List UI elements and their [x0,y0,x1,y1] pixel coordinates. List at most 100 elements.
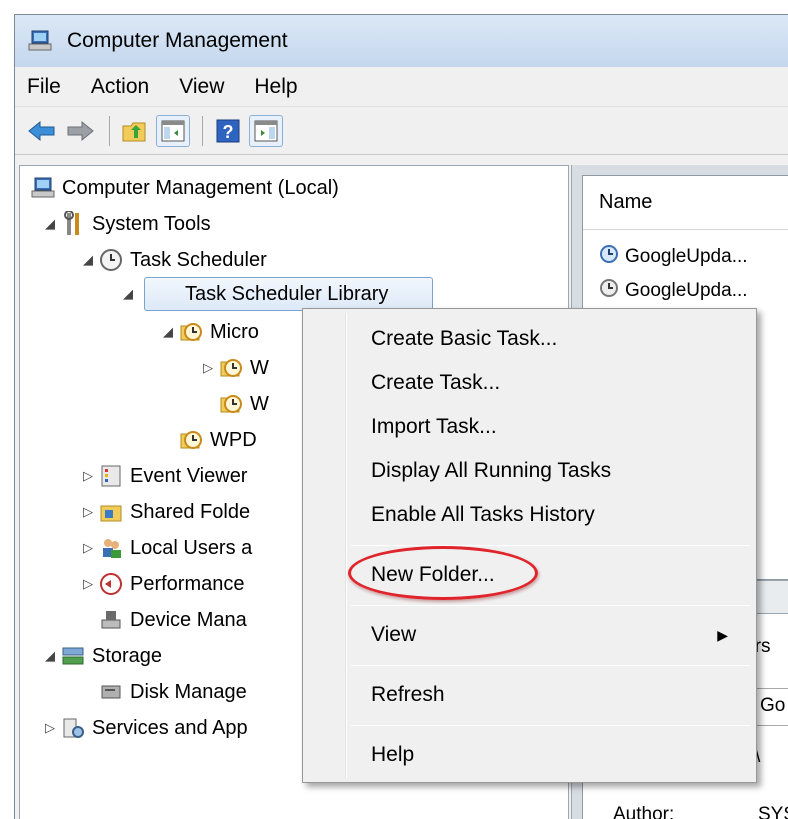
tree-label: Disk Manage [130,680,247,703]
tree-item-shared-folders[interactable]: ▷ Shared Folde [80,496,250,528]
collapsed-arrow-icon[interactable]: ▷ [80,504,96,520]
menu-item-import-task[interactable]: Import Task... [371,409,497,445]
tree-label: W [250,392,269,415]
tree-item-computer-management-local[interactable]: Computer Management (Local) [28,172,339,204]
up-folder-icon[interactable] [118,115,152,147]
disk-icon [98,679,124,705]
menu-separator [351,665,750,666]
menu-view[interactable]: View [179,75,224,99]
tree-label: Computer Management (Local) [62,176,339,199]
event-viewer-icon [98,463,124,489]
menu-item-display-all-running-tasks[interactable]: Display All Running Tasks [371,453,611,489]
tree-label: Micro [210,320,259,343]
author-label: Author: [613,804,675,819]
services-icon [60,715,86,741]
expanded-arrow-icon[interactable]: ◢ [120,286,136,302]
collapsed-arrow-icon[interactable]: ▷ [80,468,96,484]
menu-item-help[interactable]: Help [371,737,414,773]
tree-label: Performance [130,572,245,595]
window-title: Computer Management [67,29,288,52]
tree-label: Event Viewer [130,464,248,487]
performance-icon [98,571,124,597]
collapsed-arrow-icon[interactable]: ▷ [80,540,96,556]
menu-separator [351,725,750,726]
table-row[interactable]: GoogleUpda... [599,242,748,272]
expanded-arrow-icon[interactable]: ◢ [160,324,176,340]
task-folder-icon [218,391,244,417]
show-hide-tree-icon[interactable] [156,114,190,147]
tree-item-task-scheduler[interactable]: ◢ Task Scheduler [80,244,267,276]
users-icon [98,535,124,561]
task-clock-icon [599,278,619,304]
task-folder-icon [178,319,204,345]
computer-management-icon [30,175,56,201]
task-folder-icon [178,427,204,453]
expanded-arrow-icon[interactable]: ◢ [42,648,58,664]
help-icon[interactable]: ? [211,115,245,147]
storage-icon [60,643,86,669]
tree-item-local-users[interactable]: ▷ Local Users a [80,532,252,564]
tree-item-event-viewer[interactable]: ▷ Event Viewer [80,460,247,492]
menu-item-enable-all-tasks-history[interactable]: Enable All Tasks History [371,497,595,533]
menu-help[interactable]: Help [254,75,297,99]
column-header-name[interactable]: Name [583,176,788,230]
tree-item-services-and-applications[interactable]: ▷ Services and App [42,712,248,744]
collapsed-arrow-icon[interactable]: ▷ [80,576,96,592]
forward-arrow-icon[interactable] [63,115,97,147]
collapsed-arrow-icon[interactable]: ▷ [200,360,216,376]
back-arrow-icon[interactable] [25,115,59,147]
menu-action[interactable]: Action [91,75,149,99]
tree-item-task-scheduler-library[interactable]: ◢ Task Scheduler Library [120,277,434,311]
tree-label: WPD [210,428,257,451]
toolbar-separator [109,115,110,146]
menu-item-create-task[interactable]: Create Task... [371,365,500,401]
collapsed-arrow-icon[interactable]: ▷ [42,720,58,736]
tree-label: Local Users a [130,536,253,559]
submenu-arrow-icon: ▶ [717,627,728,643]
tree-item-storage[interactable]: ◢ Storage [42,640,162,672]
tree-label: Task Scheduler [130,248,267,271]
tree-label: Task Scheduler Library [185,282,389,305]
tree-item-microsoft[interactable]: ◢ Micro [160,316,259,348]
shared-folder-icon [98,499,124,525]
tree-label: Shared Folde [130,500,251,523]
tree-label: Storage [92,644,163,667]
tree-label: W [250,356,269,379]
toolbar-separator [202,115,203,146]
menu-separator [351,605,750,606]
show-hide-action-pane-icon[interactable] [249,114,283,147]
selected-node-highlight[interactable]: Task Scheduler Library [144,277,434,311]
menu-item-view[interactable]: View [371,617,741,653]
expanded-arrow-icon[interactable]: ◢ [42,216,58,232]
device-manager-icon [98,607,124,633]
task-name: GoogleUpda... [625,280,748,301]
title-bar: Computer Management [15,15,788,67]
task-clock-icon [599,244,619,270]
tree-item-w2[interactable]: W [216,388,269,420]
tree-label: Device Mana [130,608,247,631]
column-label: Name [599,191,653,213]
toolbar: ? [15,107,788,155]
computer-management-icon [27,28,53,54]
tree-item-performance[interactable]: ▷ Performance [80,568,245,600]
tree-item-wpd[interactable]: WPD [176,424,257,456]
tree-label: Services and App [92,716,248,739]
svg-text:?: ? [223,122,234,142]
computer-management-window: Computer Management File Action View Hel… [14,14,788,819]
expanded-arrow-icon[interactable]: ◢ [80,252,96,268]
menu-item-refresh[interactable]: Refresh [371,677,445,713]
tools-icon [60,211,86,237]
task-name: GoogleUpda... [625,246,748,267]
clock-icon [98,247,124,273]
menu-item-create-basic-task[interactable]: Create Basic Task... [371,321,557,357]
tree-item-device-manager[interactable]: Device Mana [96,604,247,636]
table-row[interactable]: GoogleUpda... [599,276,748,306]
menu-file[interactable]: File [27,75,61,99]
context-menu: Create Basic Task... Create Task... Impo… [302,308,757,783]
task-folder-icon [218,355,244,381]
tree-item-system-tools[interactable]: ◢ System Tools [42,208,211,240]
menu-bar: File Action View Help [15,67,788,107]
highlight-ellipse [348,546,538,600]
tree-item-w1[interactable]: ▷ W [200,352,269,384]
tree-item-disk-management[interactable]: Disk Manage [96,676,247,708]
